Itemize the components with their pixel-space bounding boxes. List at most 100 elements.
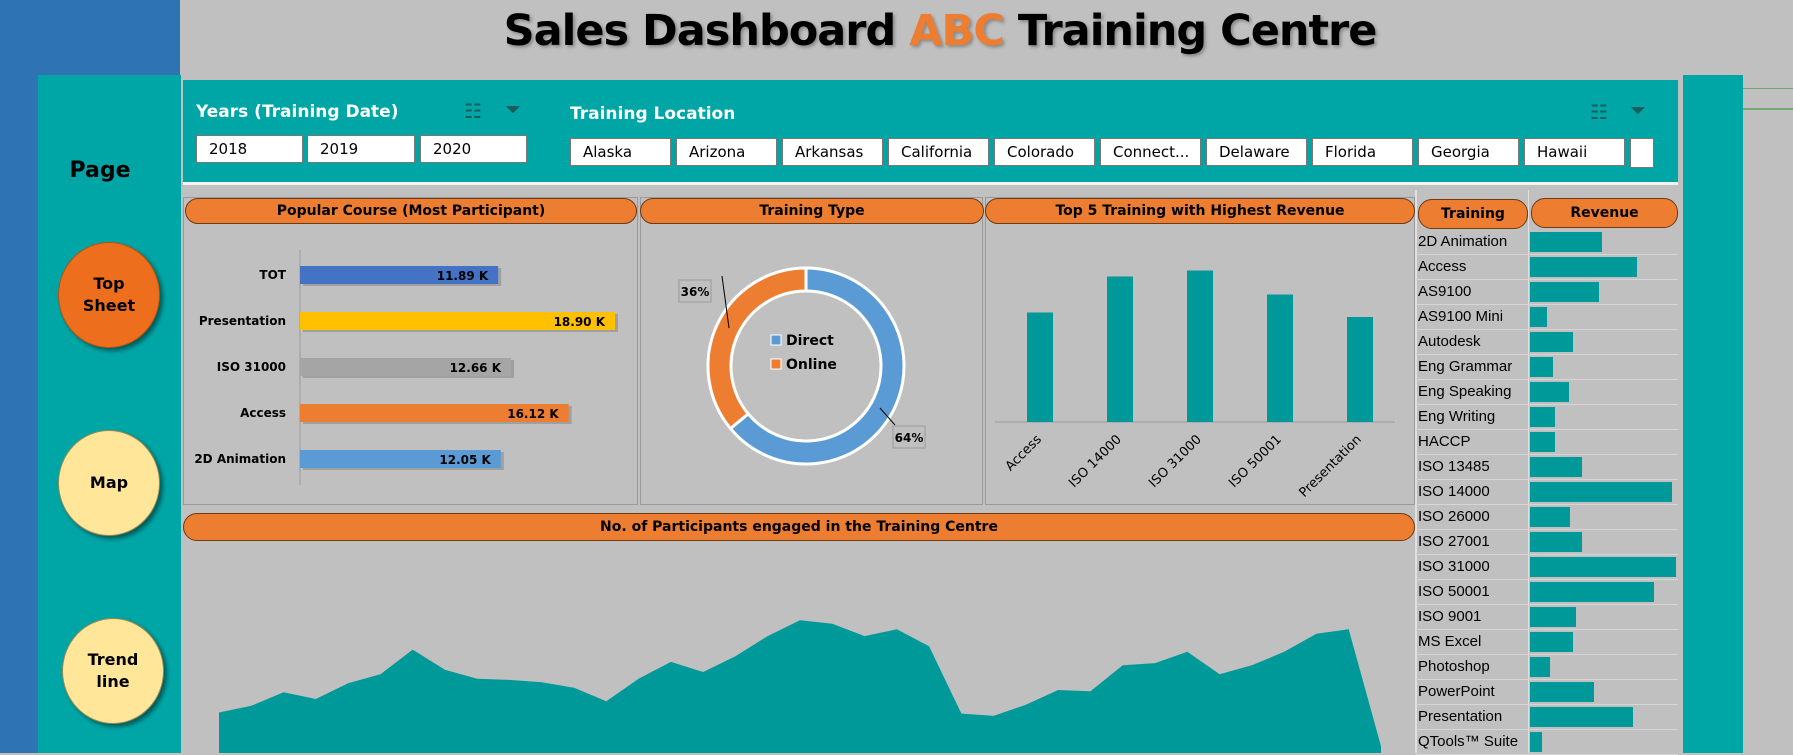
revenue-bar — [1530, 382, 1570, 402]
location-button-delaware[interactable]: Delaware — [1206, 138, 1307, 166]
category-label: ISO 14000 — [1066, 432, 1125, 491]
participants-area — [219, 620, 1381, 753]
revenue-row-label: Eng Grammar — [1418, 358, 1513, 375]
data-label-online: 36% — [681, 285, 710, 299]
top-sheet-label-line-1: Top — [93, 274, 125, 293]
revenue-row-label: Autodesk — [1418, 333, 1481, 350]
slicer-scroll-button[interactable] — [1630, 138, 1654, 168]
revenue-row-label: Eng Speaking — [1418, 383, 1512, 400]
data-label: 11.89 K — [437, 269, 489, 283]
popular-course-header: Popular Course (Most Participant) — [185, 198, 637, 224]
category-label: 2D Animation — [194, 452, 286, 466]
trend-line-label-line-1: Trend — [87, 650, 139, 669]
page-label: Page — [69, 158, 131, 183]
revenue-row-label: ISO 13485 — [1418, 458, 1490, 475]
category-label: Presentation — [1296, 432, 1364, 500]
location-button-connecticut[interactable]: Connect... — [1100, 138, 1201, 166]
revenue-bar — [1530, 307, 1548, 327]
column-iso-50001 — [1267, 294, 1293, 422]
category-label: ISO 31000 — [1146, 432, 1205, 491]
location-slicer-title: Training Location — [570, 104, 736, 124]
clear-filter-icon[interactable]: ⏷ — [1630, 100, 1646, 123]
location-button-alaska[interactable]: Alaska — [570, 138, 671, 166]
trend-line-label-line-2: line — [96, 672, 130, 691]
revenue-bar — [1530, 657, 1551, 677]
year-button-2020[interactable]: 2020 — [420, 135, 527, 163]
revenue-row-label: Eng Writing — [1418, 408, 1496, 425]
revenue-bar — [1530, 232, 1603, 252]
multi-select-icon[interactable]: ☷ — [464, 99, 482, 124]
revenue-bar — [1530, 407, 1555, 427]
revenue-row-label: ISO 50001 — [1418, 583, 1490, 600]
revenue-row-label: Photoshop — [1418, 658, 1490, 675]
legend-swatch — [770, 358, 782, 370]
participants-header: No. of Participants engaged in the Train… — [183, 513, 1415, 541]
revenue-bar — [1530, 582, 1655, 602]
year-button-2019[interactable]: 2019 — [307, 135, 415, 163]
revenue-bar — [1530, 632, 1574, 652]
title-part-2: Training Centre — [1003, 6, 1378, 56]
revenue-row-label: ISO 26000 — [1418, 508, 1490, 525]
title-part-1: Sales Dashboard — [503, 6, 910, 56]
trend-line-button[interactable]: Trend line — [62, 618, 164, 724]
column-presentation — [1347, 317, 1373, 422]
category-label: TOT — [259, 268, 286, 282]
data-label: 16.12 K — [507, 407, 559, 421]
revenue-row-label: 2D Animation — [1418, 233, 1508, 250]
data-label: 18.90 K — [554, 315, 606, 329]
category-label: Presentation — [199, 314, 286, 328]
category-label: ISO 50001 — [1226, 432, 1285, 491]
location-button-colorado[interactable]: Colorado — [994, 138, 1095, 166]
legend-label: Online — [786, 357, 837, 373]
revenue-column-header: Revenue — [1531, 198, 1678, 228]
right-background-strip — [1683, 75, 1743, 753]
column-iso-31000 — [1187, 270, 1213, 422]
location-button-hawaii[interactable]: Hawaii — [1524, 138, 1625, 166]
category-label: Access — [1003, 432, 1045, 474]
revenue-row-label: AS9100 — [1418, 283, 1472, 300]
map-label: Map — [89, 473, 129, 492]
training-type-chart: Direct Online 64% 36% — [678, 266, 926, 466]
column-access — [1027, 312, 1053, 422]
revenue-bar — [1530, 707, 1633, 727]
dashboard-title: Sales Dashboard ABC Training Centre — [0, 6, 1793, 56]
location-button-georgia[interactable]: Georgia — [1418, 138, 1519, 166]
top-sheet-button[interactable]: Top Sheet — [58, 242, 160, 348]
revenue-bar — [1530, 607, 1577, 627]
data-label-direct: 64% — [895, 431, 924, 445]
location-button-california[interactable]: California — [888, 138, 989, 166]
revenue-row-label: QTools™ Suite — [1418, 733, 1519, 750]
slicer-bar — [183, 80, 1678, 182]
revenue-bar — [1530, 432, 1555, 452]
category-label: Access — [240, 406, 286, 420]
map-button[interactable]: Map — [58, 430, 160, 536]
revenue-bar — [1530, 732, 1542, 752]
title-brand: ABC — [909, 6, 1005, 56]
revenue-bar — [1530, 532, 1583, 552]
revenue-bar — [1530, 457, 1583, 477]
legend-swatch — [770, 334, 782, 346]
year-button-2018[interactable]: 2018 — [196, 135, 303, 163]
training-column-header: Training — [1418, 199, 1528, 229]
popular-course-chart: TOT 11.89 K Presentation 18.90 K ISO 31000 12… — [194, 250, 618, 485]
category-label: ISO 31000 — [217, 360, 286, 374]
location-button-arizona[interactable]: Arizona — [676, 138, 777, 166]
years-slicer-title: Years (Training Date) — [196, 102, 399, 122]
revenue-row-label: Access — [1418, 258, 1467, 275]
revenue-row-label: ISO 27001 — [1418, 533, 1490, 550]
revenue-bar — [1530, 682, 1594, 702]
multi-select-icon[interactable]: ☷ — [1590, 100, 1608, 125]
revenue-bar — [1530, 507, 1571, 527]
location-button-arkansas[interactable]: Arkansas — [782, 138, 883, 166]
data-label: 12.05 K — [439, 453, 491, 467]
clear-filter-icon[interactable]: ⏷ — [505, 99, 521, 122]
top-sheet-label-line-2: Sheet — [82, 296, 136, 315]
revenue-row-label: ISO 14000 — [1418, 483, 1490, 500]
training-type-header: Training Type — [640, 198, 984, 224]
location-button-florida[interactable]: Florida — [1312, 138, 1413, 166]
revenue-bar — [1530, 332, 1574, 352]
revenue-bar — [1530, 282, 1600, 302]
revenue-row-label: AS9100 Mini — [1418, 308, 1504, 325]
revenue-row-label: PowerPoint — [1418, 683, 1495, 700]
divider — [1528, 190, 1529, 753]
